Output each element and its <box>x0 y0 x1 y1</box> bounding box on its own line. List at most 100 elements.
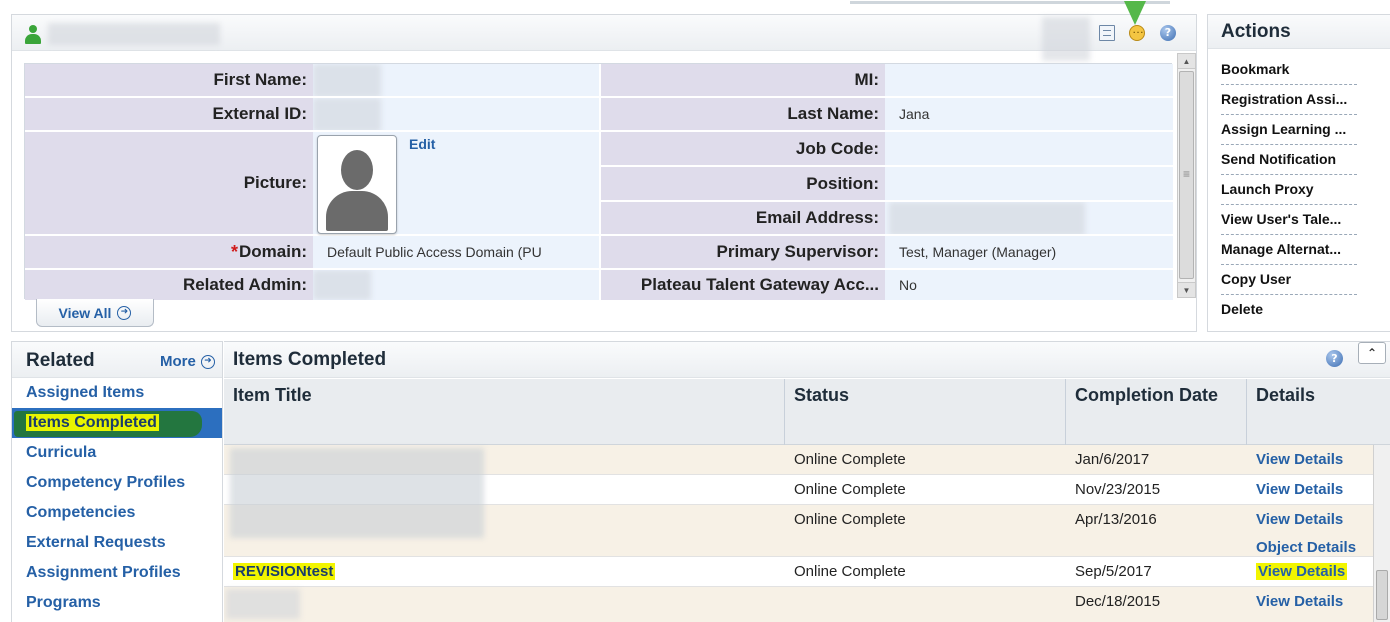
related-item-assignment-profiles[interactable]: Assignment Profiles <box>12 558 222 588</box>
field-row: External ID: Last Name: Jana <box>25 98 1173 132</box>
document-icon[interactable] <box>1099 25 1115 41</box>
action-send-notification[interactable]: Send Notification <box>1221 145 1357 175</box>
action-assign-learning[interactable]: Assign Learning ... <box>1221 115 1357 145</box>
domain-value: Default Public Access Domain (PU <box>313 236 599 270</box>
item-status: Online Complete <box>794 563 906 580</box>
scroll-thumb[interactable] <box>1179 71 1194 279</box>
primary-supervisor-label: Primary Supervisor: <box>599 236 885 270</box>
position-value <box>885 167 1173 202</box>
callout-bar <box>850 1 1170 4</box>
column-header-details: Details <box>1256 385 1316 405</box>
field-row: * Domain: Default Public Access Domain (… <box>25 236 1173 270</box>
field-row: Position: <box>25 167 1173 202</box>
redacted-area <box>1042 17 1090 61</box>
last-name-value: Jana <box>885 98 1173 132</box>
help-icon[interactable]: ? <box>1160 25 1176 41</box>
view-details-link[interactable]: View Details <box>1256 563 1348 580</box>
action-registration-assistant[interactable]: Registration Assi... <box>1221 85 1357 115</box>
item-status: Online Complete <box>794 511 906 528</box>
more-link[interactable]: More ➜ <box>160 353 215 370</box>
item-status: Online Complete <box>794 451 906 468</box>
action-copy-user[interactable]: Copy User <box>1221 265 1357 295</box>
field-row: Email Address: <box>25 202 1173 236</box>
item-status: Online Complete <box>794 481 906 498</box>
item-date: Apr/13/2016 <box>1075 511 1157 528</box>
view-all-button[interactable]: View All ➜ <box>36 299 154 327</box>
collapse-icon[interactable]: ⌃ <box>1358 342 1386 364</box>
object-details-link[interactable]: Object Details <box>1256 539 1356 556</box>
related-item-programs[interactable]: Programs <box>12 588 222 618</box>
related-header: Related More ➜ <box>12 342 222 378</box>
plateau-label: Plateau Talent Gateway Acc... <box>599 270 885 300</box>
action-manage-alternate[interactable]: Manage Alternat... <box>1221 235 1357 265</box>
primary-supervisor-value: Test, Manager (Manager) <box>885 236 1173 270</box>
related-admin-label: Related Admin: <box>25 270 313 300</box>
email-value <box>885 202 1173 236</box>
callout-pointer <box>1124 1 1146 25</box>
external-id-label: External ID: <box>25 98 313 132</box>
related-item-external-requests[interactable]: External Requests <box>12 528 222 558</box>
field-row: Related Admin: Plateau Talent Gateway Ac… <box>25 270 1173 300</box>
field-row: Job Code: <box>25 132 1173 167</box>
redacted-item-title <box>226 589 300 619</box>
redacted-user-name <box>48 23 220 45</box>
action-bookmark[interactable]: Bookmark <box>1221 55 1357 85</box>
domain-label: * Domain: <box>25 236 313 270</box>
email-label: Email Address: <box>599 202 885 236</box>
related-list: Assigned Items Items Completed Curricula… <box>12 378 222 618</box>
scroll-thumb[interactable] <box>1376 570 1388 620</box>
related-item-competencies[interactable]: Competencies <box>12 498 222 528</box>
related-title: Related <box>26 350 95 371</box>
items-completed-title: Items Completed <box>233 349 387 370</box>
column-header-item-title[interactable]: Item Title <box>224 379 785 445</box>
related-item-items-completed[interactable]: Items Completed <box>12 408 222 438</box>
user-profile-panel: ? First Name: MI: External ID: Last Name… <box>11 1 1197 332</box>
action-view-users-talent[interactable]: View User's Tale... <box>1221 205 1357 235</box>
redacted-item-titles <box>230 448 484 538</box>
view-details-link[interactable]: View Details <box>1256 511 1343 528</box>
circle-arrow-icon: ➜ <box>200 354 215 369</box>
first-name-value <box>313 64 599 98</box>
field-row: First Name: MI: <box>25 64 1173 98</box>
required-marker: * <box>230 241 238 262</box>
column-header-completion-date[interactable]: Completion Date <box>1066 379 1247 445</box>
actions-list: Bookmark Registration Assi... Assign Lea… <box>1208 49 1390 325</box>
profile-scrollbar[interactable]: ▲ ▼ <box>1177 53 1196 298</box>
job-code-value <box>885 132 1173 167</box>
related-item-assigned-items[interactable]: Assigned Items <box>12 378 222 408</box>
plateau-value: No <box>885 270 1173 300</box>
actions-title: Actions <box>1208 15 1390 49</box>
related-admin-value <box>313 270 599 300</box>
items-scrollbar[interactable] <box>1373 445 1390 622</box>
profile-fields-grid: First Name: MI: External ID: Last Name: … <box>24 63 1173 300</box>
related-item-curricula[interactable]: Curricula <box>12 438 222 468</box>
mi-label: MI: <box>599 64 885 98</box>
profile-header: ? <box>12 15 1196 61</box>
related-item-competency-profiles[interactable]: Competency Profiles <box>12 468 222 498</box>
position-label: Position: <box>599 167 885 202</box>
related-panel: Related More ➜ Assigned Items Items Comp… <box>11 341 223 622</box>
item-date: Nov/23/2015 <box>1075 481 1161 498</box>
action-delete[interactable]: Delete <box>1221 295 1357 325</box>
action-launch-proxy[interactable]: Launch Proxy <box>1221 175 1357 205</box>
user-icon <box>25 25 41 45</box>
item-title[interactable]: REVISIONtest <box>233 563 336 580</box>
items-table-header: Item Title Status Completion Date Detail… <box>224 379 1390 445</box>
scroll-down-arrow-icon[interactable]: ▼ <box>1178 282 1195 297</box>
items-completed-header: Items Completed ? ⌃ <box>224 342 1390 378</box>
item-date: Jan/6/2017 <box>1075 451 1150 468</box>
external-id-value <box>313 98 599 132</box>
items-completed-panel: Items Completed ? ⌃ Item Title Status Co… <box>224 341 1390 622</box>
mi-value <box>885 64 1173 98</box>
view-details-link[interactable]: View Details <box>1256 451 1343 468</box>
view-details-link[interactable]: View Details <box>1256 593 1343 610</box>
table-row: Dec/18/2015 View Details <box>224 587 1373 622</box>
item-date: Dec/18/2015 <box>1075 593 1161 610</box>
chat-bubble-icon[interactable] <box>1129 22 1145 41</box>
help-icon[interactable]: ? <box>1326 350 1343 367</box>
scroll-up-arrow-icon[interactable]: ▲ <box>1178 54 1195 69</box>
circle-arrow-icon: ➜ <box>117 305 132 320</box>
view-details-link[interactable]: View Details <box>1256 481 1343 498</box>
column-header-status[interactable]: Status <box>785 379 1066 445</box>
first-name-label: First Name: <box>25 64 313 98</box>
